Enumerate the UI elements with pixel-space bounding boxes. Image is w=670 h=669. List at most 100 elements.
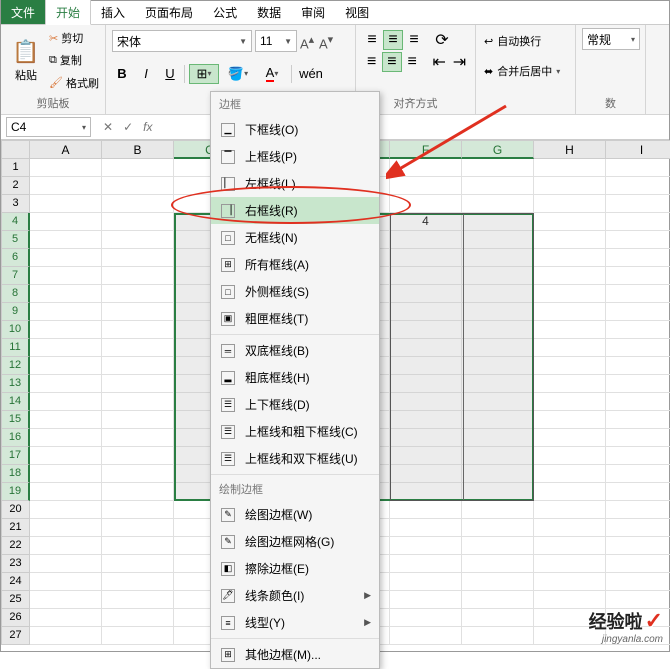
- cell[interactable]: [534, 213, 606, 231]
- cell[interactable]: [390, 159, 462, 177]
- cell[interactable]: [606, 159, 670, 177]
- cell[interactable]: [606, 411, 670, 429]
- row-header[interactable]: 14: [1, 393, 30, 411]
- row-header[interactable]: 19: [1, 483, 30, 501]
- row-header[interactable]: 4: [1, 213, 30, 231]
- cell[interactable]: [30, 249, 102, 267]
- align-top-icon[interactable]: ≡: [362, 30, 382, 50]
- cell[interactable]: [102, 393, 174, 411]
- column-header[interactable]: H: [534, 140, 606, 159]
- menu-thick-bottom[interactable]: ▂粗底框线(H): [211, 364, 379, 391]
- cell[interactable]: [30, 537, 102, 555]
- cell[interactable]: [462, 501, 534, 519]
- menu-outside-border[interactable]: □外侧框线(S): [211, 278, 379, 305]
- cell[interactable]: [462, 537, 534, 555]
- cell[interactable]: [102, 267, 174, 285]
- cell[interactable]: [606, 555, 670, 573]
- cell[interactable]: [102, 285, 174, 303]
- cell[interactable]: [462, 555, 534, 573]
- cell[interactable]: [102, 429, 174, 447]
- cell[interactable]: [606, 537, 670, 555]
- cell[interactable]: [30, 609, 102, 627]
- underline-button[interactable]: U: [160, 64, 180, 84]
- cell[interactable]: [534, 411, 606, 429]
- cell[interactable]: [30, 501, 102, 519]
- cell[interactable]: [534, 465, 606, 483]
- row-header[interactable]: 10: [1, 321, 30, 339]
- cell[interactable]: [534, 303, 606, 321]
- align-middle-icon[interactable]: ≡: [383, 30, 403, 50]
- align-left-icon[interactable]: ≡: [362, 52, 381, 72]
- row-header[interactable]: 3: [1, 195, 30, 213]
- cell[interactable]: [606, 519, 670, 537]
- cell[interactable]: [102, 591, 174, 609]
- cell[interactable]: [606, 501, 670, 519]
- cell[interactable]: [102, 357, 174, 375]
- copy-button[interactable]: ⧉复制: [49, 51, 99, 69]
- cancel-icon[interactable]: ✕: [103, 120, 113, 134]
- name-box[interactable]: C4▾: [6, 117, 91, 137]
- cell[interactable]: [102, 249, 174, 267]
- column-header[interactable]: A: [30, 140, 102, 159]
- cell[interactable]: [102, 627, 174, 645]
- menu-right-border[interactable]: ▕右框线(R): [211, 197, 379, 224]
- cell[interactable]: [30, 339, 102, 357]
- cut-button[interactable]: ✂剪切: [49, 29, 99, 47]
- row-header[interactable]: 27: [1, 627, 30, 645]
- cell[interactable]: [534, 195, 606, 213]
- cell[interactable]: [30, 627, 102, 645]
- align-bottom-icon[interactable]: ≡: [404, 30, 424, 50]
- cell[interactable]: [462, 627, 534, 645]
- cell[interactable]: [390, 177, 462, 195]
- cell[interactable]: [462, 177, 534, 195]
- menu-draw-border[interactable]: ✎绘图边框(W): [211, 501, 379, 528]
- menu-more-borders[interactable]: ⊞其他边框(M)...: [211, 641, 379, 668]
- menu-line-style[interactable]: ≡线型(Y)▶: [211, 609, 379, 636]
- tab-home[interactable]: 开始: [45, 0, 91, 25]
- cell[interactable]: [462, 159, 534, 177]
- column-header[interactable]: B: [102, 140, 174, 159]
- row-header[interactable]: 11: [1, 339, 30, 357]
- cell[interactable]: [606, 591, 670, 609]
- menu-top-double-bottom[interactable]: ☰上框线和双下框线(U): [211, 445, 379, 472]
- cell[interactable]: [30, 213, 102, 231]
- cell[interactable]: [30, 519, 102, 537]
- cell[interactable]: [102, 501, 174, 519]
- orientation-button[interactable]: ⟳: [432, 30, 452, 50]
- cell[interactable]: [462, 573, 534, 591]
- cell[interactable]: [102, 447, 174, 465]
- cell[interactable]: [390, 609, 462, 627]
- cell[interactable]: [462, 195, 534, 213]
- merge-center-button[interactable]: ⬌合并后居中▾: [482, 60, 569, 82]
- cell[interactable]: [606, 321, 670, 339]
- cell[interactable]: [534, 429, 606, 447]
- cell[interactable]: [606, 375, 670, 393]
- cell[interactable]: [30, 447, 102, 465]
- cell[interactable]: [606, 249, 670, 267]
- cell[interactable]: [102, 375, 174, 393]
- row-header[interactable]: 22: [1, 537, 30, 555]
- align-center-icon[interactable]: ≡: [382, 52, 401, 72]
- row-header[interactable]: 2: [1, 177, 30, 195]
- cell[interactable]: [30, 411, 102, 429]
- fill-color-button[interactable]: 🪣▾: [223, 64, 253, 84]
- cell[interactable]: [534, 357, 606, 375]
- decrease-font-icon[interactable]: A▾: [319, 33, 335, 49]
- cell[interactable]: [534, 339, 606, 357]
- font-name-select[interactable]: 宋体▼: [112, 30, 252, 52]
- cell[interactable]: [534, 231, 606, 249]
- tab-file[interactable]: 文件: [1, 0, 45, 24]
- cell[interactable]: [534, 555, 606, 573]
- cell[interactable]: [534, 267, 606, 285]
- align-right-icon[interactable]: ≡: [403, 52, 422, 72]
- menu-all-border[interactable]: ⊞所有框线(A): [211, 251, 379, 278]
- row-header[interactable]: 1: [1, 159, 30, 177]
- row-header[interactable]: 7: [1, 267, 30, 285]
- menu-bottom-border[interactable]: ▁下框线(O): [211, 116, 379, 143]
- cell[interactable]: [30, 483, 102, 501]
- cell[interactable]: [462, 519, 534, 537]
- cell[interactable]: [30, 303, 102, 321]
- cell[interactable]: [390, 591, 462, 609]
- cell[interactable]: [534, 501, 606, 519]
- row-header[interactable]: 6: [1, 249, 30, 267]
